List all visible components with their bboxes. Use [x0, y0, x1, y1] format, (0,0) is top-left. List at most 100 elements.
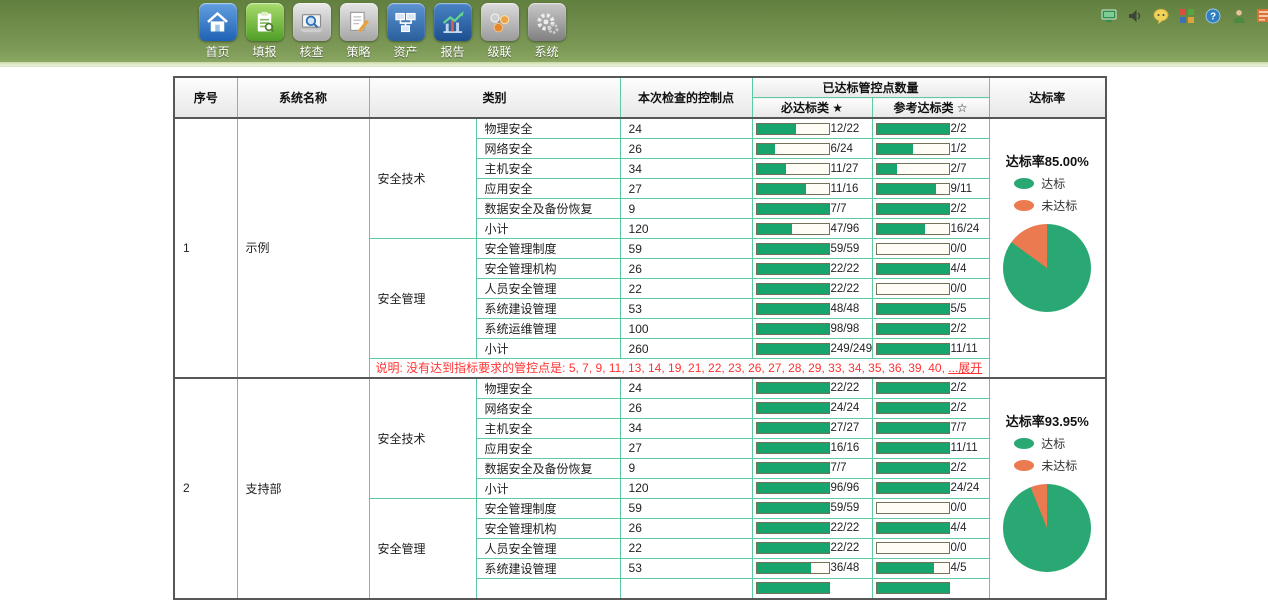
ref-class-bar-cell: 11/11	[872, 339, 989, 359]
chat-icon[interactable]	[1153, 8, 1169, 24]
subcategory-cell: 应用安全	[476, 179, 620, 199]
app-home[interactable]: 首页	[196, 3, 239, 60]
ref-class-bar-cell: 2/2	[872, 118, 989, 139]
progress-bar-fill	[757, 344, 829, 354]
ref-class-bar-cell	[872, 578, 989, 599]
must-class-bar-cell: 98/98	[752, 319, 872, 339]
system-name-cell: 示例	[237, 118, 369, 378]
control-points-cell: 26	[620, 259, 752, 279]
subcategory-cell: 系统运维管理	[476, 319, 620, 339]
subcategory-cell: 主机安全	[476, 418, 620, 438]
note-expand-link[interactable]: ...展开	[948, 361, 982, 375]
control-points-cell	[620, 578, 752, 599]
progress-bar-wrap: 11/11	[876, 439, 989, 458]
app-fill[interactable]: 填报	[243, 3, 286, 60]
app-cascade[interactable]: 级联	[478, 3, 521, 60]
progress-bar-wrap: 11/27	[756, 159, 872, 178]
col-header-must-class: 必达标类 ★	[752, 98, 872, 119]
progress-bar	[756, 163, 830, 175]
progress-value: 98/98	[831, 323, 860, 335]
app-system[interactable]: 系统	[525, 3, 568, 60]
progress-value: 16/16	[831, 442, 860, 454]
progress-value: 2/2	[951, 323, 967, 335]
progress-value: 59/59	[831, 502, 860, 514]
control-points-cell: 24	[620, 378, 752, 399]
progress-value: 2/2	[951, 203, 967, 215]
user-icon[interactable]	[1231, 8, 1247, 24]
progress-bar	[876, 562, 950, 574]
app-label: 策略	[337, 43, 380, 60]
progress-bar-wrap: 5/5	[876, 299, 989, 318]
ref-class-bar-cell: 2/2	[872, 378, 989, 399]
progress-bar-wrap: 4/4	[876, 259, 989, 278]
legend-label: 达标	[1041, 175, 1065, 192]
category-group-cell: 安全技术	[369, 118, 476, 239]
progress-bar-fill	[757, 124, 797, 134]
control-points-cell: 27	[620, 179, 752, 199]
help-icon[interactable]: ?	[1205, 8, 1221, 24]
progress-bar-wrap: 16/16	[756, 439, 872, 458]
subcategory-cell: 安全管理制度	[476, 498, 620, 518]
progress-bar-wrap: 36/48	[756, 559, 872, 578]
app-label: 首页	[196, 43, 239, 60]
progress-value: 22/22	[831, 263, 860, 275]
speaker-icon[interactable]	[1127, 8, 1143, 24]
progress-bar-fill	[877, 423, 949, 433]
progress-bar	[876, 143, 950, 155]
must-class-bar-cell: 22/22	[752, 259, 872, 279]
progress-bar-wrap: 0/0	[876, 539, 989, 558]
progress-bar	[756, 183, 830, 195]
must-class-bar-cell: 22/22	[752, 378, 872, 399]
must-class-bar-cell: 47/96	[752, 219, 872, 239]
legend-item: 未达标	[1014, 457, 1080, 474]
system-tray: ?	[1101, 8, 1268, 24]
progress-bar-wrap: 27/27	[756, 419, 872, 438]
progress-bar	[876, 163, 950, 175]
progress-value: 0/0	[951, 283, 967, 295]
progress-bar	[756, 562, 830, 574]
legend-swatch	[1014, 200, 1034, 211]
alert-icon[interactable]	[1257, 8, 1268, 24]
subcategory-cell: 安全管理机构	[476, 518, 620, 538]
app-policy[interactable]: 策略	[337, 3, 380, 60]
ref-class-bar-cell: 0/0	[872, 279, 989, 299]
progress-bar-fill	[757, 224, 792, 234]
ref-class-bar-cell: 24/24	[872, 478, 989, 498]
app-report[interactable]: 报告	[431, 3, 474, 60]
progress-value: 6/24	[831, 143, 853, 155]
table-header: 序号 系统名称 类别 本次检查的控制点 已达标管控点数量 达标率 必达标类 ★ …	[174, 77, 1106, 118]
ref-class-bar-cell: 2/2	[872, 398, 989, 418]
progress-bar	[756, 582, 830, 594]
app-inspect[interactable]: 核查	[290, 3, 333, 60]
progress-bar	[756, 442, 830, 454]
progress-bar	[756, 522, 830, 534]
control-points-cell: 27	[620, 438, 752, 458]
control-points-cell: 26	[620, 139, 752, 159]
progress-bar	[756, 203, 830, 215]
app-label: 报告	[431, 43, 474, 60]
app-assets[interactable]: 资产	[384, 3, 427, 60]
must-class-bar-cell: 27/27	[752, 418, 872, 438]
progress-bar	[756, 382, 830, 394]
ref-class-bar-cell: 2/7	[872, 159, 989, 179]
progress-value: 0/0	[951, 243, 967, 255]
col-header-rate: 达标率	[989, 77, 1106, 118]
progress-bar	[756, 482, 830, 494]
fill-icon	[246, 3, 284, 41]
pie-legend: 达标未达标	[990, 435, 1106, 474]
progress-bar	[876, 442, 950, 454]
progress-value: 12/22	[831, 123, 860, 135]
control-points-cell: 100	[620, 319, 752, 339]
progress-bar	[876, 462, 950, 474]
progress-value: 2/2	[951, 123, 967, 135]
progress-bar	[756, 243, 830, 255]
progress-value: 11/16	[831, 183, 859, 195]
must-class-bar-cell: 11/16	[752, 179, 872, 199]
subcategory-cell: 系统建设管理	[476, 558, 620, 578]
progress-bar-wrap: 59/59	[756, 239, 872, 258]
progress-bar-fill	[757, 144, 775, 154]
monitor-icon[interactable]	[1101, 8, 1117, 24]
progress-bar-wrap: 24/24	[876, 479, 989, 498]
progress-value: 9/11	[951, 183, 973, 195]
grid-icon[interactable]	[1179, 8, 1195, 24]
